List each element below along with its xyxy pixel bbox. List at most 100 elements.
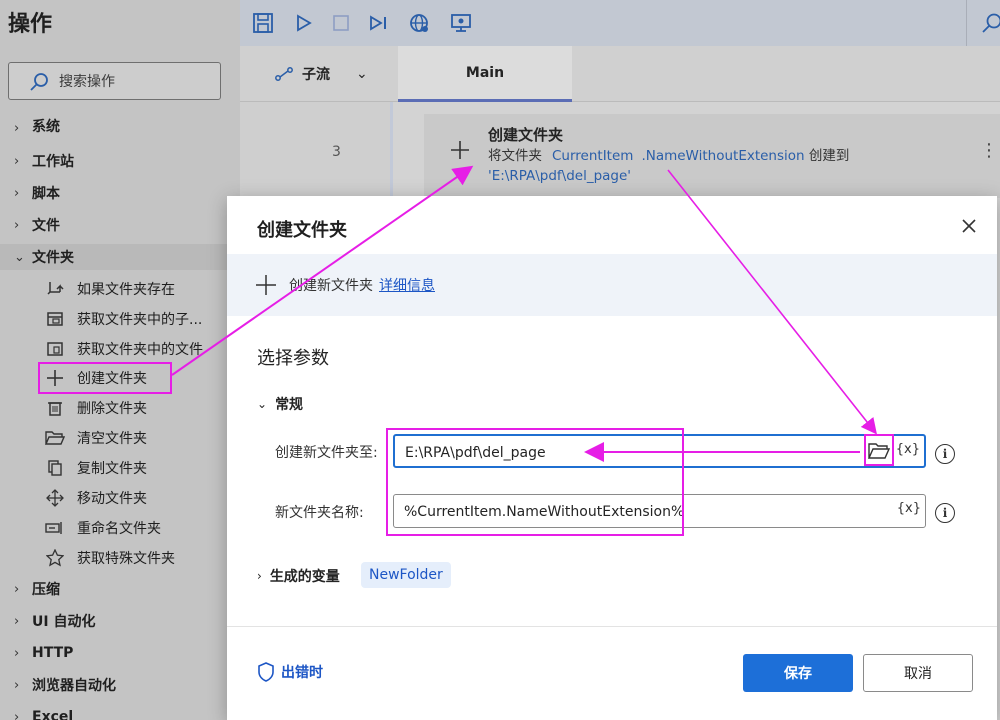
subflow-icon [275,67,293,81]
category-label: Excel [32,709,74,720]
search-input[interactable] [59,71,214,93]
generated-variables-toggle[interactable]: › 生成的变量 [257,566,340,586]
action-label: 获取文件夹中的文件 [77,342,203,358]
variable-chip[interactable]: NewFolder [361,562,451,588]
category-http[interactable]: › HTTP [14,640,73,666]
details-link[interactable]: 详细信息 [379,278,435,294]
chevron-right-icon: › [14,185,20,201]
param-folder-path-label: 创建新文件夹至: [275,445,378,461]
shield-icon [258,662,274,682]
folder-name-input[interactable] [404,501,854,523]
action-label: 如果文件夹存在 [77,282,175,298]
insert-variable-button[interactable]: {x} [896,442,920,457]
on-error-label: 出错时 [281,665,323,681]
action-rename-folder[interactable]: 重命名文件夹 [44,514,161,542]
step-path: 'E:\RPA\pdf\del_page' [488,168,632,184]
category-script[interactable]: › 脚本 [14,180,60,206]
folder-open-icon[interactable] [868,441,890,461]
insert-variable-button[interactable]: {x} [897,501,921,516]
subflow-label: 子流 [302,67,330,83]
action-move-folder[interactable]: 移动文件夹 [44,484,147,512]
chevron-right-icon: › [257,569,262,583]
category-browser-automation[interactable]: › 浏览器自动化 [14,672,116,698]
chevron-right-icon: › [14,153,20,169]
action-label: 复制文件夹 [77,461,147,477]
category-compress[interactable]: › 压缩 [14,576,60,602]
save-flow-button[interactable] [250,10,276,36]
step-var-name: CurrentItem [552,148,634,164]
move-icon [44,488,66,508]
search-icon [30,73,48,91]
tab-main[interactable]: Main [398,46,572,102]
action-empty-folder[interactable]: 清空文件夹 [44,424,147,452]
action-label: 删除文件夹 [77,401,147,417]
info-icon[interactable]: i [935,503,955,523]
step-next-button[interactable] [366,10,392,36]
copy-icon [44,458,66,478]
info-icon[interactable]: i [935,444,955,464]
action-delete-folder[interactable]: 删除文件夹 [44,394,147,422]
monitor-icon [451,14,471,32]
globe-icon [410,14,428,32]
action-if-folder-exists[interactable]: 如果文件夹存在 [44,275,175,303]
run-button[interactable] [290,10,316,36]
flow-step-create-folder[interactable]: 创建文件夹 将文件夹 CurrentItem .NameWithoutExtensi… [424,114,1000,198]
actions-panel: 操作 › 系统 › 工作站 › 脚本 › 文件 ⌄ 文件夹 如果文件夹存在 [0,0,240,720]
step-title: 创建文件夹 [488,126,564,144]
chevron-right-icon: › [14,645,20,661]
category-folder[interactable]: ⌄ 文件夹 [0,244,240,270]
subflow-dropdown[interactable]: 子流 ⌄ [274,56,368,92]
desktop-recorder-button[interactable] [448,10,474,36]
category-workstation[interactable]: › 工作站 [14,148,74,174]
search-flow-button[interactable] [978,10,1000,36]
folder-name-field[interactable]: {x} [393,494,926,528]
action-get-subfolders[interactable]: 获取文件夹中的子... [44,305,202,333]
branch-icon [44,279,66,299]
rename-icon [44,518,66,538]
web-recorder-button[interactable] [406,10,432,36]
stop-button[interactable] [328,10,354,36]
dialog-title: 创建文件夹 [257,220,347,241]
category-system[interactable]: › 系统 [14,118,60,136]
line-number: 3 [332,144,341,160]
folder-path-field[interactable]: {x} [393,434,926,468]
category-label: 系统 [32,119,60,135]
category-ui-automation[interactable]: › UI 自动化 [14,608,95,634]
save-button[interactable]: 保存 [743,654,853,692]
generated-variables-label: 生成的变量 [269,569,340,585]
category-file[interactable]: › 文件 [14,212,60,238]
category-label: 压缩 [32,582,60,598]
search-box[interactable] [8,62,221,100]
action-get-special-folder[interactable]: 获取特殊文件夹 [44,544,175,572]
close-icon [962,219,976,233]
action-label: 清空文件夹 [77,431,147,447]
designer-toolbar [240,0,1000,46]
create-folder-dialog: 创建文件夹 创建新文件夹详细信息 选择参数 ⌄ 常规 创建新文件夹至: {x} … [227,196,997,720]
category-excel[interactable]: › Excel [14,704,73,720]
section-title: 选择参数 [257,348,329,369]
folder-tree-icon [44,309,66,329]
step-var-prop: .NameWithoutExtension [641,148,805,164]
plus-icon [451,141,469,159]
on-error-button[interactable]: 出错时 [257,662,323,682]
chevron-down-icon: ⌄ [14,249,25,265]
step-description: 将文件夹 CurrentItem .NameWithoutExtension 创建到… [488,146,958,186]
step-desc-prefix: 将文件夹 [488,148,542,164]
stop-icon [333,15,349,31]
close-button[interactable] [957,214,981,238]
flow-tabs: 子流 ⌄ Main [240,46,1000,102]
action-get-files[interactable]: 获取文件夹中的文件 [44,335,203,363]
action-copy-folder[interactable]: 复制文件夹 [44,454,147,482]
folder-path-input[interactable] [405,442,855,464]
play-icon [297,14,312,32]
general-section-toggle[interactable]: ⌄ 常规 [257,394,303,414]
cancel-button[interactable]: 取消 [863,654,973,692]
more-options-icon[interactable]: ⋮ [980,140,998,161]
category-label: 浏览器自动化 [32,678,116,694]
step-icon [370,15,386,31]
step-desc-mid: 创建到 [804,148,850,164]
panel-title: 操作 [8,12,53,37]
action-label: 移动文件夹 [77,491,147,507]
action-info-band: 创建新文件夹 详细信息 [227,254,997,316]
dialog-divider [227,626,997,627]
